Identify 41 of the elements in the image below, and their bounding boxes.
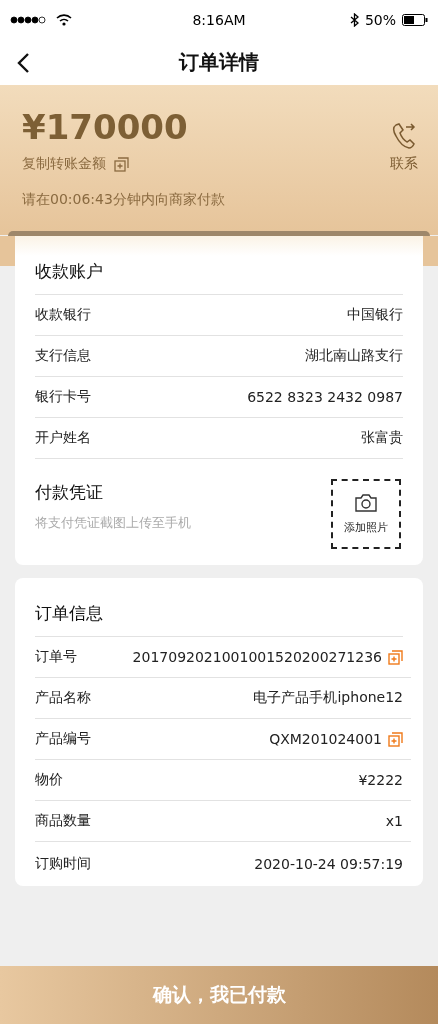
section-title: 收款账户	[35, 236, 403, 295]
field-label: 商品数量	[35, 812, 91, 830]
camera-icon	[355, 493, 377, 512]
field-label: 支行信息	[35, 347, 91, 365]
field-value: 电子产品手机iphone12	[253, 689, 403, 707]
field-label: 产品编号	[35, 730, 91, 748]
status-time: 8:16AM	[191, 12, 247, 28]
field-value: 2017092021001001520200271236	[132, 649, 382, 665]
copy-icon[interactable]	[114, 156, 129, 172]
field-value: 6522 8323 2432 0987	[247, 389, 403, 405]
field-label: 订单号	[35, 648, 77, 666]
copy-amount-label: 复制转账金额	[22, 155, 106, 173]
phone-icon	[391, 121, 417, 151]
field-value: 中国银行	[347, 306, 403, 324]
contact-button[interactable]: 联系	[390, 107, 418, 173]
field-value: 张富贵	[361, 429, 403, 447]
signal-icon	[10, 16, 46, 24]
wifi-icon	[56, 14, 72, 26]
add-photo-button[interactable]: 添加照片	[331, 479, 401, 549]
page-title: 订单详情	[179, 49, 259, 76]
copy-icon[interactable]	[388, 731, 403, 747]
section-title: 订单信息	[35, 578, 403, 637]
field-label: 物价	[35, 771, 63, 789]
field-value: x1	[385, 813, 403, 829]
field-label: 订购时间	[35, 855, 91, 873]
payment-countdown: 请在00:06:43分钟内向商家付款	[22, 191, 226, 209]
field-label: 开户姓名	[35, 429, 91, 447]
field-label: 产品名称	[35, 689, 91, 707]
copy-icon[interactable]	[388, 649, 403, 665]
field-value: QXM201024001	[269, 731, 382, 747]
upload-hint: 将支付凭证截图上传至手机	[35, 514, 191, 532]
field-value: 湖北南山路支行	[305, 347, 403, 365]
battery-icon	[402, 14, 428, 26]
amount: ¥170000	[22, 107, 188, 147]
field-label: 收款银行	[35, 306, 91, 324]
section-title: 付款凭证	[35, 481, 104, 504]
battery-percent: 50%	[364, 12, 396, 28]
bluetooth-icon	[349, 13, 359, 27]
field-label: 银行卡号	[35, 388, 91, 406]
field-value: 2020-10-24 09:57:19	[254, 856, 403, 872]
field-value: ¥2222	[358, 772, 403, 788]
